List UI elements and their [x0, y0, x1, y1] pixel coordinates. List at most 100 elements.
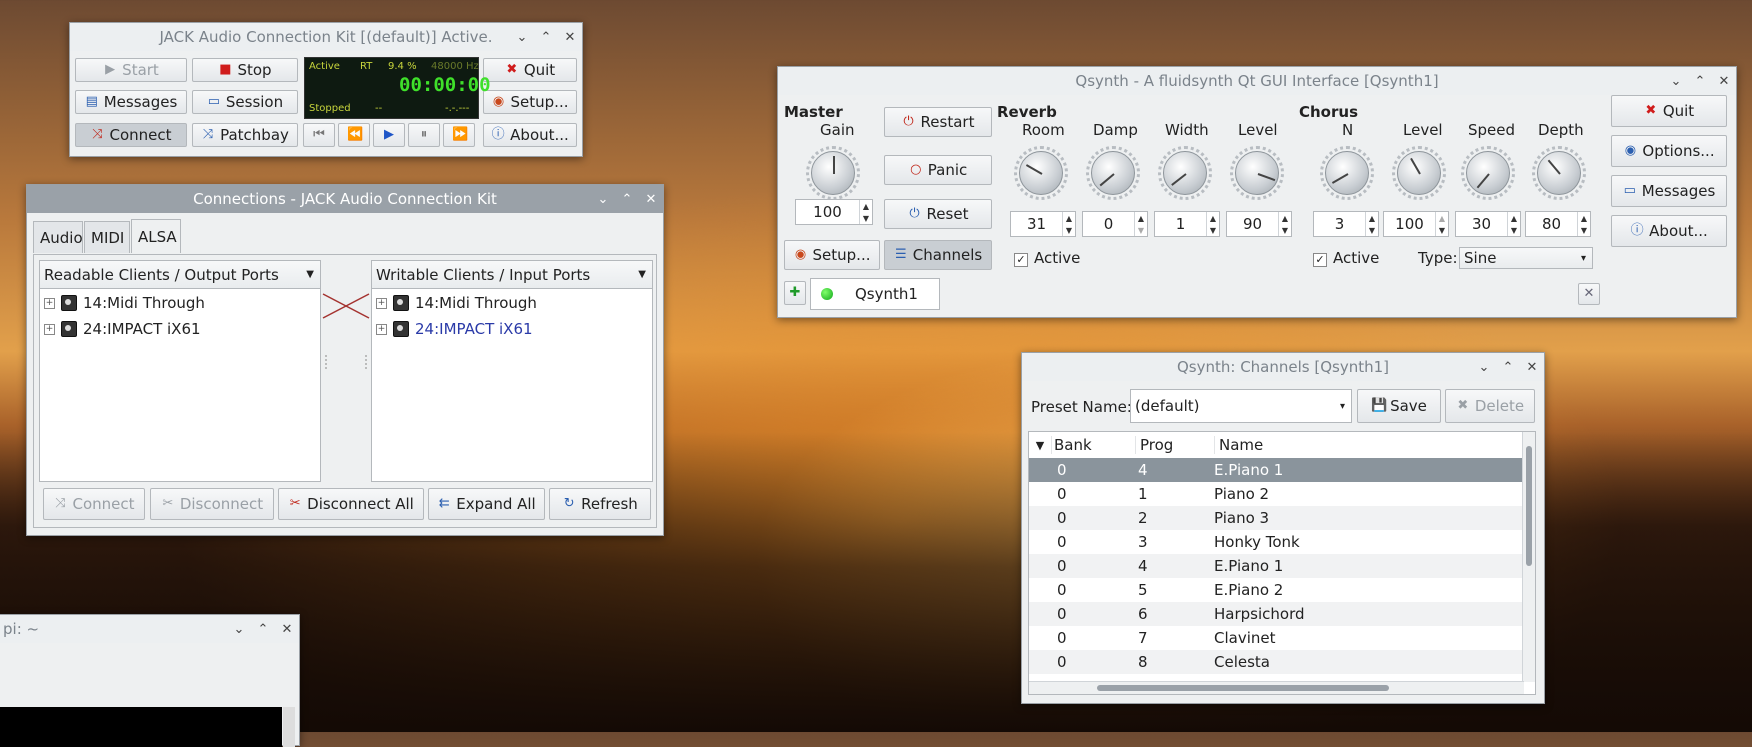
maximize-icon[interactable]: ⌃: [257, 623, 269, 636]
reverb-level-spinbox[interactable]: 90 ▲ ▼: [1226, 211, 1292, 237]
maximize-icon[interactable]: ⌃: [1502, 361, 1514, 374]
expand-icon[interactable]: +: [376, 297, 387, 309]
preset-name-select[interactable]: (default) ▾: [1130, 389, 1352, 423]
writable-header[interactable]: Writable Clients / Input Ports ▼: [372, 261, 652, 289]
column-header[interactable]: Prog: [1135, 436, 1214, 454]
tree-item[interactable]: +14:Midi Through: [376, 294, 537, 312]
options-button[interactable]: ◉ Options...: [1611, 135, 1727, 167]
tree-item[interactable]: +14:Midi Through: [44, 294, 205, 312]
table-row[interactable]: 0 1 Piano 2: [1029, 482, 1524, 506]
reverb-damp-spinbox[interactable]: 0 ▲ ▼: [1082, 211, 1148, 237]
chorus-level-spinbox[interactable]: 100 ▲ ▼: [1383, 211, 1449, 237]
messages-button[interactable]: ▭ Messages: [1611, 175, 1727, 207]
gain-spinbox[interactable]: 100 ▲ ▼: [795, 199, 873, 225]
connect-port-button[interactable]: ⤨ Connect: [43, 488, 145, 520]
reset-button[interactable]: ⏻ Reset: [884, 199, 992, 229]
jack-titlebar[interactable]: JACK Audio Connection Kit [(default)] Ac…: [70, 23, 582, 51]
reverb-width-knob[interactable]: [1158, 146, 1212, 200]
about-button[interactable]: ⓘ About...: [1611, 215, 1727, 247]
horizontal-scrollbar[interactable]: [1029, 681, 1524, 694]
qsynth-titlebar[interactable]: Qsynth - A fluidsynth Qt GUI Interface […: [778, 67, 1736, 95]
close-icon[interactable]: ✕: [281, 623, 293, 636]
connect-button[interactable]: ⤨ Connect: [75, 123, 187, 147]
vertical-scrollbar[interactable]: [1522, 432, 1535, 682]
table-row[interactable]: 0 4 E.Piano 1: [1029, 554, 1524, 578]
tab-alsa[interactable]: ALSA: [131, 219, 181, 253]
minimize-icon[interactable]: ⌄: [516, 31, 528, 44]
chorus-level-knob[interactable]: [1392, 146, 1446, 200]
terminal-content[interactable]: [0, 707, 282, 747]
table-row[interactable]: 0 6 Harpsichord: [1029, 602, 1524, 626]
chorus-active-checkbox[interactable]: ✓ Active: [1313, 249, 1379, 267]
terminal-scrollbar[interactable]: [283, 707, 295, 747]
start-button[interactable]: ▶ Start: [75, 58, 187, 82]
session-button[interactable]: ▭ Session: [192, 90, 298, 114]
close-icon[interactable]: ✕: [1718, 75, 1730, 88]
restart-button[interactable]: ⏻ Restart: [884, 107, 992, 137]
chorus-depth-knob[interactable]: [1532, 146, 1586, 200]
about-button[interactable]: ⓘ About...: [483, 123, 577, 147]
connections-titlebar[interactable]: Connections - JACK Audio Connection Kit …: [27, 185, 663, 213]
stop-button[interactable]: ■ Stop: [192, 58, 298, 82]
table-row[interactable]: 0 7 Clavinet: [1029, 626, 1524, 650]
rewind-start-button[interactable]: ⏮: [303, 123, 335, 147]
disconnect-button[interactable]: ✂ Disconnect: [150, 488, 274, 520]
table-row[interactable]: 0 3 Honky Tonk: [1029, 530, 1524, 554]
panic-button[interactable]: ○ Panic: [884, 155, 992, 185]
chorus-n-spinbox[interactable]: 3 ▲ ▼: [1313, 211, 1379, 237]
readable-header[interactable]: Readable Clients / Output Ports ▼: [40, 261, 320, 289]
tree-item[interactable]: +24:IMPACT iX61: [376, 320, 533, 338]
chorus-type-select[interactable]: Sine ▾: [1459, 247, 1593, 269]
expand-all-button[interactable]: ⇇ Expand All: [428, 488, 545, 520]
rewind-button[interactable]: ⏪: [338, 123, 370, 147]
close-icon[interactable]: ✕: [645, 193, 657, 206]
messages-button[interactable]: ▤ Messages: [75, 90, 187, 114]
minimize-icon[interactable]: ⌄: [233, 623, 245, 636]
forward-button[interactable]: ⏩: [443, 123, 475, 147]
maximize-icon[interactable]: ⌃: [1694, 75, 1706, 88]
reverb-width-spinbox[interactable]: 1 ▲ ▼: [1154, 211, 1220, 237]
disconnect-all-button[interactable]: ✂ Disconnect All: [278, 488, 424, 520]
reverb-room-knob[interactable]: [1014, 146, 1068, 200]
table-row[interactable]: 0 5 E.Piano 2: [1029, 578, 1524, 602]
channels-titlebar[interactable]: Qsynth: Channels [Qsynth1] ⌄ ⌃ ✕: [1022, 353, 1544, 381]
play-button[interactable]: ▶: [373, 123, 405, 147]
save-preset-button[interactable]: 💾 Save: [1357, 389, 1441, 423]
patchbay-button[interactable]: ⤨ Patchbay: [192, 123, 298, 147]
add-engine-button[interactable]: ✚: [784, 281, 806, 305]
delete-engine-button[interactable]: ✕: [1578, 283, 1600, 305]
chorus-depth-spinbox[interactable]: 80 ▲ ▼: [1525, 211, 1591, 237]
refresh-button[interactable]: ↻ Refresh: [549, 488, 651, 520]
sort-icon[interactable]: ▼: [1029, 439, 1051, 452]
pause-button[interactable]: ⏸: [408, 123, 440, 147]
quit-button[interactable]: ✖ Quit: [483, 58, 577, 82]
setup-button[interactable]: ◉ Setup...: [483, 90, 577, 114]
quit-button[interactable]: ✖ Quit: [1611, 95, 1727, 127]
chorus-speed-knob[interactable]: [1461, 146, 1515, 200]
tab-audio[interactable]: Audio: [33, 221, 83, 253]
minimize-icon[interactable]: ⌄: [597, 193, 609, 206]
table-row[interactable]: 0 2 Piano 3: [1029, 506, 1524, 530]
gain-knob[interactable]: [806, 146, 860, 200]
engine-tab-qsynth1[interactable]: Qsynth1: [810, 278, 940, 310]
tab-midi[interactable]: MIDI: [84, 221, 130, 253]
scroll-thumb[interactable]: [1097, 685, 1389, 691]
column-header[interactable]: Bank: [1051, 436, 1135, 454]
reverb-active-checkbox[interactable]: ✓ Active: [1014, 249, 1080, 267]
expand-icon[interactable]: +: [44, 323, 55, 335]
delete-preset-button[interactable]: ✖ Delete: [1445, 389, 1535, 423]
tree-item[interactable]: +24:IMPACT iX61: [44, 320, 201, 338]
minimize-icon[interactable]: ⌄: [1670, 75, 1682, 88]
table-row[interactable]: 0 4 E.Piano 1: [1029, 458, 1524, 482]
minimize-icon[interactable]: ⌄: [1478, 361, 1490, 374]
terminal-titlebar[interactable]: pi: ~ ⌄ ⌃ ✕: [0, 615, 299, 643]
chorus-n-knob[interactable]: [1320, 146, 1374, 200]
expand-icon[interactable]: +: [376, 323, 387, 335]
setup-button[interactable]: ◉ Setup...: [784, 240, 880, 270]
scroll-thumb[interactable]: [1526, 446, 1532, 566]
channels-button[interactable]: ☰ Channels: [884, 240, 992, 270]
reverb-room-spinbox[interactable]: 31 ▲ ▼: [1010, 211, 1076, 237]
close-icon[interactable]: ✕: [564, 31, 576, 44]
close-icon[interactable]: ✕: [1526, 361, 1538, 374]
table-row[interactable]: 0 8 Celesta: [1029, 650, 1524, 674]
